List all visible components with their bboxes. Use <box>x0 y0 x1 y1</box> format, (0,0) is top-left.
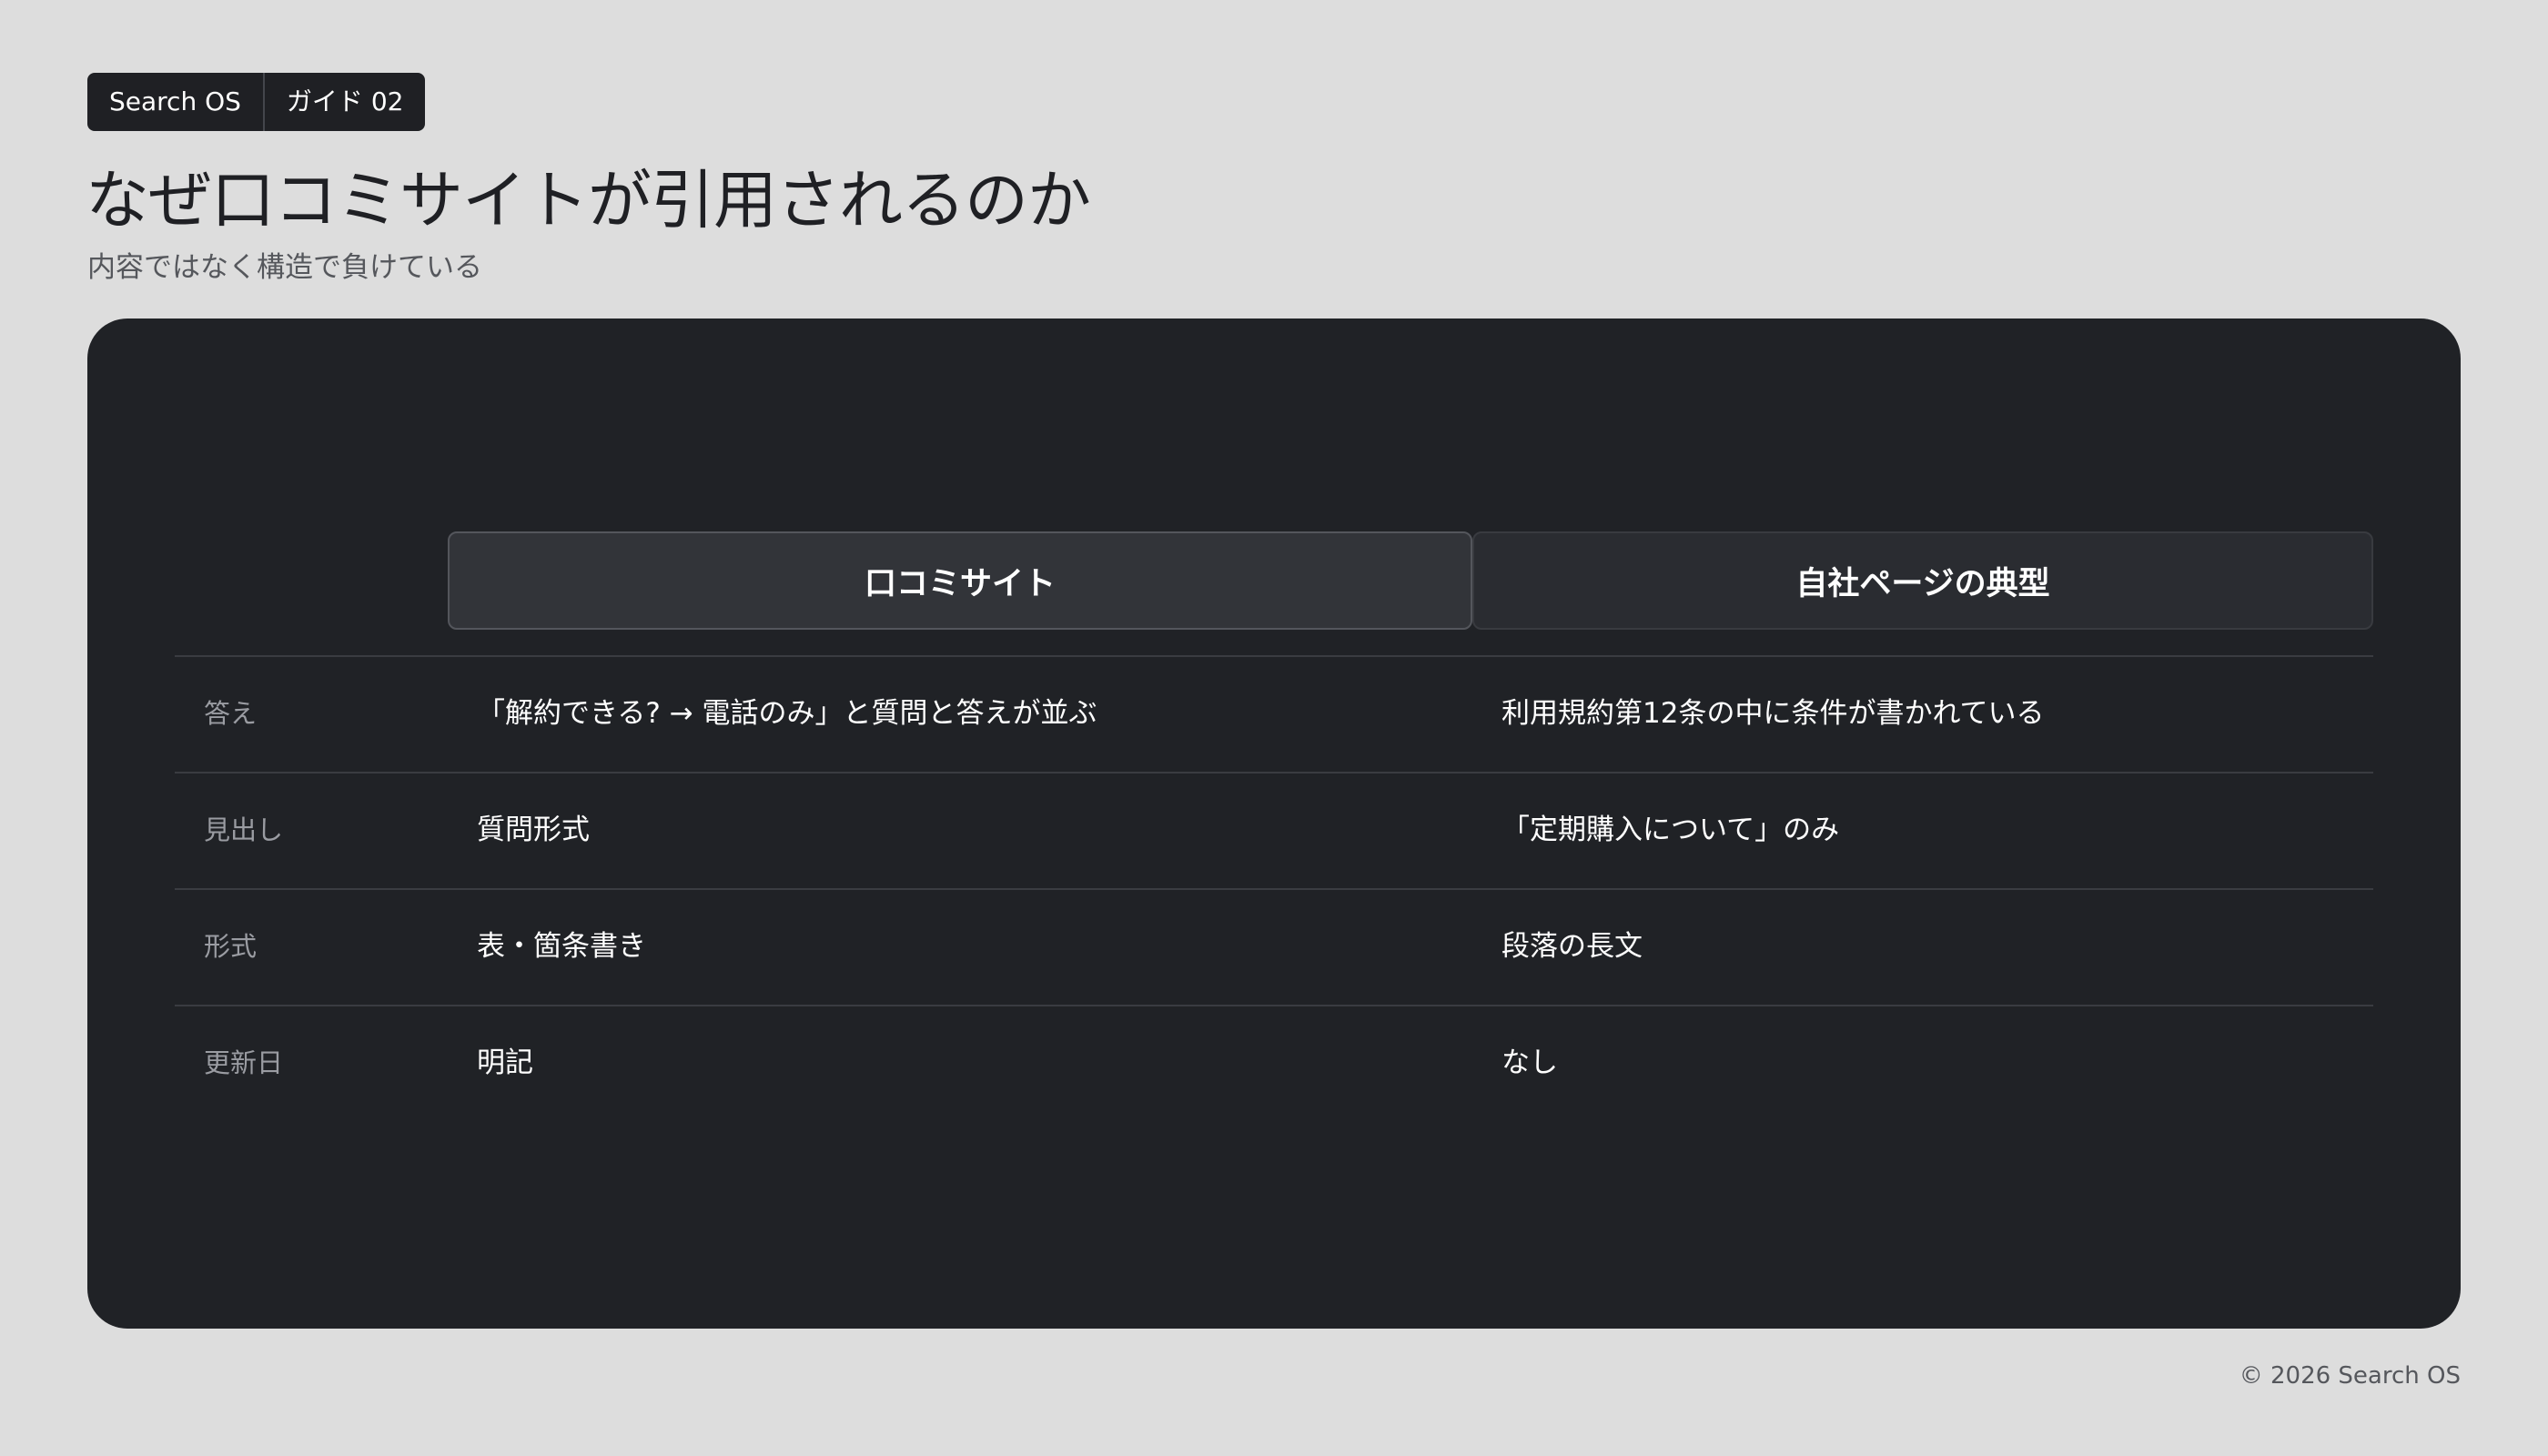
page-subtitle: 内容ではなく構造で負けている <box>87 251 482 284</box>
comparison-table: 答え 「解約できる? → 電話のみ」と質問と答えが並ぶ 利用規約第12条の中に条… <box>175 655 2373 1121</box>
table-row-heading: 見出し 質問形式 「定期購入について」のみ <box>175 772 2373 888</box>
review-site-cell: 表・箇条書き <box>477 930 646 963</box>
own-page-cell: なし <box>1502 1046 1558 1079</box>
breadcrumb-item-guide[interactable]: ガイド 02 <box>262 73 426 131</box>
table-row-updated: 更新日 明記 なし <box>175 1005 2373 1121</box>
review-site-cell: 明記 <box>477 1046 533 1079</box>
own-page-cell: 段落の長文 <box>1502 930 1643 963</box>
comparison-panel: 口コミサイト 自社ページの典型 答え 「解約できる? → 電話のみ」と質問と答え… <box>87 318 2461 1329</box>
column-header-review-sites: 口コミサイト <box>448 531 1472 630</box>
own-page-cell: 利用規約第12条の中に条件が書かれている <box>1502 697 2045 730</box>
row-label: 見出し <box>204 814 284 845</box>
row-label: 更新日 <box>204 1047 284 1078</box>
row-label: 形式 <box>204 931 258 962</box>
breadcrumb-item-brand[interactable]: Search OS <box>87 73 263 131</box>
own-page-cell: 「定期購入について」のみ <box>1502 814 1840 846</box>
table-row-answer: 答え 「解約できる? → 電話のみ」と質問と答えが並ぶ 利用規約第12条の中に条… <box>175 655 2373 772</box>
page-title: なぜ口コミサイトが引用されるのか <box>86 163 1091 238</box>
review-site-cell: 質問形式 <box>477 814 590 846</box>
footer-copyright: © 2026 Search OS <box>2239 1362 2461 1390</box>
review-site-cell: 「解約できる? → 電話のみ」と質問と答えが並ぶ <box>477 697 1097 730</box>
column-header-own-page: 自社ページの典型 <box>1472 531 2373 630</box>
table-row-format: 形式 表・箇条書き 段落の長文 <box>175 888 2373 1005</box>
breadcrumb: Search OS ガイド 02 <box>87 73 426 131</box>
row-label: 答え <box>204 698 258 729</box>
